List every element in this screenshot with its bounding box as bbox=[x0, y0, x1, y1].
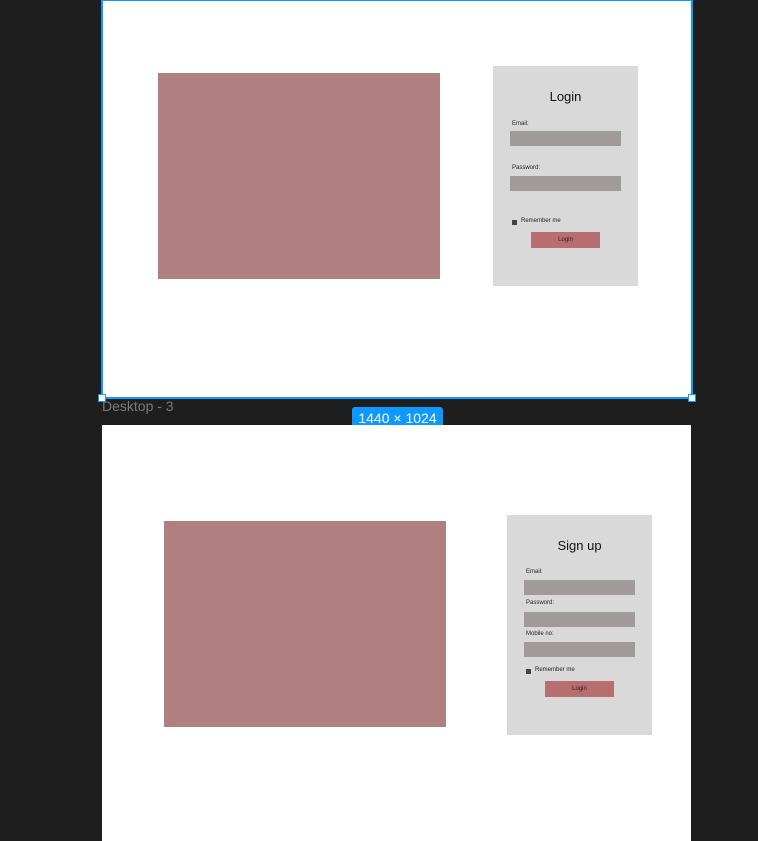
signup-card: Sign up Email: Password: Mobile no: Reme… bbox=[507, 515, 652, 735]
password-field[interactable] bbox=[510, 176, 621, 191]
login-button[interactable]: Login bbox=[545, 681, 614, 697]
remember-me-label: Remember me bbox=[535, 667, 575, 673]
remember-me-checkbox[interactable] bbox=[512, 220, 517, 225]
frame-name-label[interactable]: Desktop - 3 bbox=[102, 398, 174, 414]
mobile-label: Mobile no: bbox=[526, 631, 554, 637]
remember-me-label: Remember me bbox=[521, 218, 561, 224]
email-label: Email: bbox=[512, 121, 529, 127]
image-placeholder bbox=[158, 73, 440, 279]
password-label: Password: bbox=[512, 165, 541, 171]
image-placeholder bbox=[164, 521, 446, 727]
password-field[interactable] bbox=[524, 612, 635, 627]
desktop-frame-signup[interactable]: Sign up Email: Password: Mobile no: Reme… bbox=[102, 425, 691, 841]
signup-title: Sign up bbox=[557, 538, 602, 553]
email-field[interactable] bbox=[510, 131, 621, 146]
password-label: Password: bbox=[526, 600, 555, 606]
email-field[interactable] bbox=[524, 580, 635, 595]
login-title: Login bbox=[549, 89, 582, 104]
email-label: Email: bbox=[526, 569, 543, 575]
mobile-field[interactable] bbox=[524, 642, 635, 657]
remember-me-checkbox[interactable] bbox=[526, 669, 531, 674]
resize-handle-bottom-right[interactable] bbox=[688, 394, 696, 402]
desktop-frame-login[interactable]: Login Email: Password: Remember me Login bbox=[101, 0, 693, 399]
login-card: Login Email: Password: Remember me Login bbox=[493, 66, 638, 286]
login-button[interactable]: Login bbox=[531, 232, 600, 248]
